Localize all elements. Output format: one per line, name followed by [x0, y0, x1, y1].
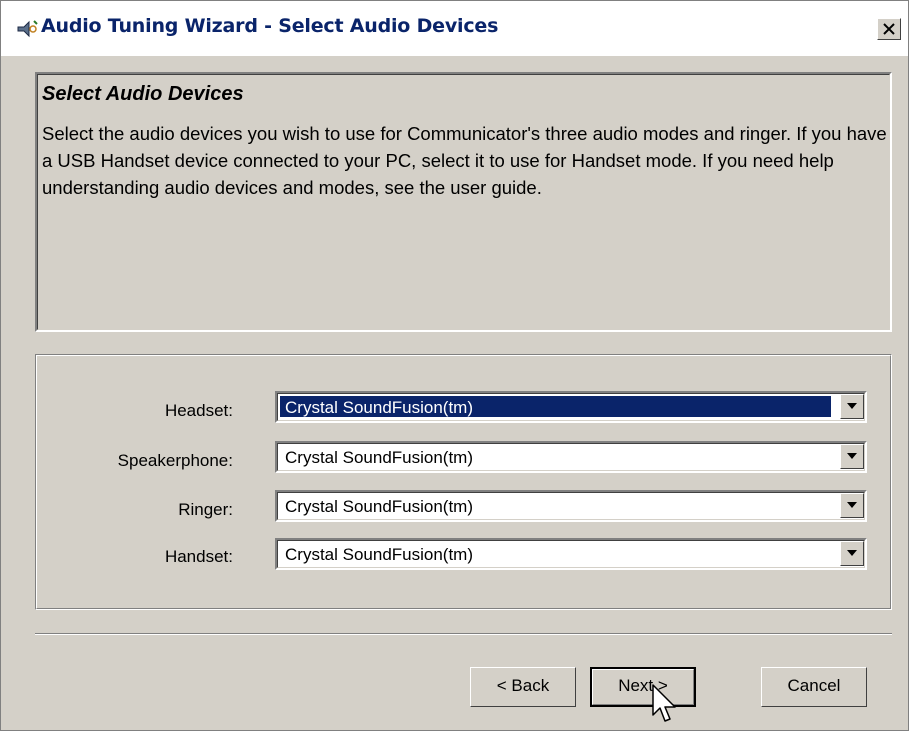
handset-dropdown[interactable]: Crystal SoundFusion(tm): [275, 538, 867, 570]
title-bar[interactable]: Audio Tuning Wizard - Select Audio Devic…: [1, 1, 908, 56]
close-button[interactable]: [877, 18, 901, 40]
ringer-selected-value: Crystal SoundFusion(tm): [285, 497, 474, 516]
ringer-dropdown[interactable]: Crystal SoundFusion(tm): [275, 490, 867, 522]
headset-label: Headset:: [164, 401, 233, 420]
speakerphone-selected-value: Crystal SoundFusion(tm): [285, 448, 474, 467]
back-button-label: < Back: [496, 676, 550, 695]
speakerphone-label: Speakerphone:: [117, 451, 233, 470]
handset-label: Handset:: [164, 547, 233, 566]
headset-dropdown[interactable]: Crystal SoundFusion(tm): [275, 391, 867, 423]
dropdown-arrow-icon: [847, 502, 857, 508]
dropdown-arrow-icon: [847, 550, 857, 556]
headset-selected-value: Crystal SoundFusion(tm): [285, 398, 474, 417]
dropdown-arrow-icon: [847, 403, 857, 409]
ringer-dropdown-button[interactable]: [840, 493, 864, 518]
close-icon: [883, 23, 895, 35]
cancel-button[interactable]: Cancel: [761, 667, 867, 707]
info-panel: Select Audio Devices Select the audio de…: [35, 72, 892, 332]
mouse-cursor-icon: [652, 684, 676, 722]
speakerphone-dropdown-button[interactable]: [840, 444, 864, 469]
back-button[interactable]: < Back: [470, 667, 576, 707]
handset-selected-value: Crystal SoundFusion(tm): [285, 545, 474, 564]
dropdown-arrow-icon: [847, 453, 857, 459]
headset-dropdown-button[interactable]: [840, 394, 864, 419]
audio-wizard-icon: [17, 20, 38, 38]
cancel-button-label: Cancel: [787, 676, 841, 695]
handset-dropdown-button[interactable]: [840, 541, 864, 566]
ringer-label: Ringer:: [178, 500, 233, 519]
page-title: Select Audio Devices: [42, 83, 244, 105]
audio-tuning-wizard-window: Audio Tuning Wizard - Select Audio Devic…: [0, 0, 909, 731]
page-description: Select the audio devices you wish to use…: [42, 123, 887, 198]
button-separator: [35, 633, 892, 635]
speakerphone-dropdown[interactable]: Crystal SoundFusion(tm): [275, 441, 867, 473]
window-title: Audio Tuning Wizard - Select Audio Devic…: [41, 15, 499, 37]
